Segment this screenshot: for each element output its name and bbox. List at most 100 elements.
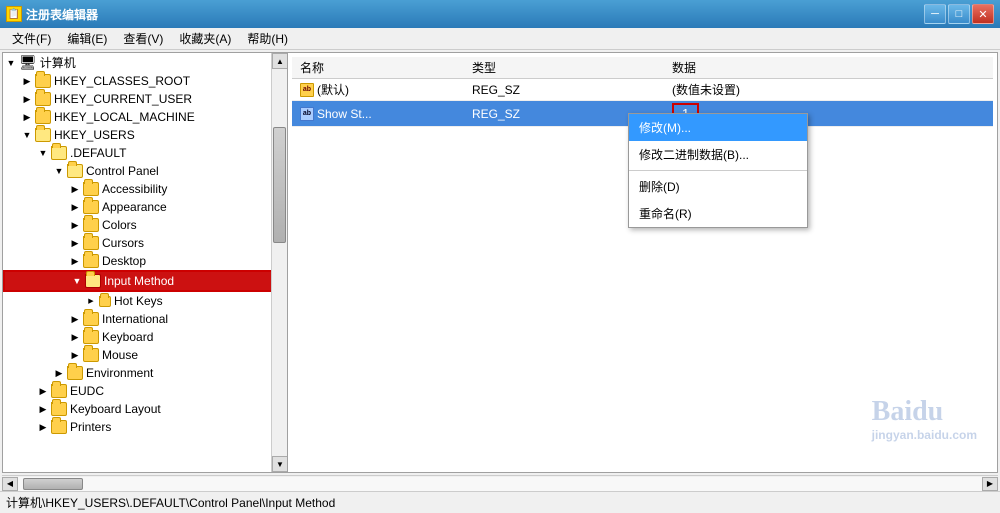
watermark-sub: jingyan.baidu.com [872, 428, 977, 442]
right-panel: 名称 类型 数据 ab (默认) REG_SZ (数值未设置) ab Show … [288, 53, 997, 472]
menu-bar: 文件(F) 编辑(E) 查看(V) 收藏夹(A) 帮助(H) [0, 28, 1000, 50]
tree-item-printers[interactable]: ▶ Printers [3, 418, 287, 436]
hscroll-thumb[interactable] [23, 478, 83, 490]
expand-accessibility: ▶ [67, 181, 83, 197]
scroll-up-btn[interactable]: ▲ [272, 53, 288, 69]
tree-item-hkcr[interactable]: ▶ HKEY_CLASSES_ROOT [3, 72, 287, 90]
menu-help[interactable]: 帮助(H) [239, 28, 296, 49]
tree-item-hklm[interactable]: ▶ HKEY_LOCAL_MACHINE [3, 108, 287, 126]
label-printers: Printers [70, 420, 111, 434]
tree-item-hkcu[interactable]: ▶ HKEY_CURRENT_USER [3, 90, 287, 108]
folder-hku [35, 128, 51, 142]
label-default: .DEFAULT [70, 146, 126, 160]
folder-environment [67, 366, 83, 380]
label-hkcr: HKEY_CLASSES_ROOT [54, 74, 190, 88]
tree-item-accessibility[interactable]: ▶ Accessibility [3, 180, 287, 198]
label-default-val: (默认) [317, 81, 349, 98]
hscroll-left-btn[interactable]: ◀ [2, 477, 18, 491]
expand-hotkeys: ▶ [83, 293, 99, 309]
folder-keyboard [83, 330, 99, 344]
expand-hkcr: ▶ [19, 73, 35, 89]
expand-cursors: ▶ [67, 235, 83, 251]
expand-desktop: ▶ [67, 253, 83, 269]
tree-root-label: 计算机 [40, 54, 76, 71]
expand-mouse: ▶ [67, 347, 83, 363]
tree-item-colors[interactable]: ▶ Colors [3, 216, 287, 234]
expand-inputmethod: ▼ [69, 273, 85, 289]
menu-favorites[interactable]: 收藏夹(A) [171, 28, 239, 49]
tree-item-appearance[interactable]: ▶ Appearance [3, 198, 287, 216]
expand-keyboardlayout: ▶ [35, 401, 51, 417]
maximize-button[interactable]: □ [948, 4, 970, 24]
scroll-track [272, 69, 287, 456]
tree-scrollbar[interactable]: ▲ ▼ [271, 53, 287, 472]
reg-icon-default: ab [300, 83, 314, 97]
label-controlpanel: Control Panel [86, 164, 159, 178]
expand-hku: ▼ [19, 127, 35, 143]
menu-edit[interactable]: 编辑(E) [59, 28, 115, 49]
folder-desktop [83, 254, 99, 268]
tree-item-default[interactable]: ▼ .DEFAULT [3, 144, 287, 162]
label-keyboardlayout: Keyboard Layout [70, 402, 161, 416]
ctx-item-modify-binary[interactable]: 修改二进制数据(B)... [629, 141, 807, 168]
hscroll-right-btn[interactable]: ▶ [982, 477, 998, 491]
tree-scroll[interactable]: ▼ 🖥 计算机 ▶ HKEY_CLASSES_ROOT ▶ HKEY_CURRE… [3, 53, 287, 472]
expand-controlpanel: ▼ [51, 163, 67, 179]
context-menu: 修改(M)... 修改二进制数据(B)... 删除(D) 重命名(R) [628, 113, 808, 228]
menu-view[interactable]: 查看(V) [115, 28, 171, 49]
cell-type-default: REG_SZ [472, 83, 672, 97]
tree-item-eudc[interactable]: ▶ EUDC [3, 382, 287, 400]
close-button[interactable]: ✕ [972, 4, 994, 24]
label-colors: Colors [102, 218, 137, 232]
tree-item-keyboard[interactable]: ▶ Keyboard [3, 328, 287, 346]
tree-item-cursors[interactable]: ▶ Cursors [3, 234, 287, 252]
tree-item-international[interactable]: ▶ International [3, 310, 287, 328]
minimize-button[interactable]: ─ [924, 4, 946, 24]
table-row-default[interactable]: ab (默认) REG_SZ (数值未设置) [292, 79, 993, 101]
label-environment: Environment [86, 366, 153, 380]
expand-printers: ▶ [35, 419, 51, 435]
expand-hkcu: ▶ [19, 91, 35, 107]
expand-default: ▼ [35, 145, 51, 161]
tree-item-environment[interactable]: ▶ Environment [3, 364, 287, 382]
tree-item-hku[interactable]: ▼ HKEY_USERS [3, 126, 287, 144]
tree-item-controlpanel[interactable]: ▼ Control Panel [3, 162, 287, 180]
label-inputmethod: Input Method [104, 274, 174, 288]
label-showstr: Show St... [317, 107, 372, 121]
label-appearance: Appearance [102, 200, 167, 214]
label-eudc: EUDC [70, 384, 104, 398]
expand-international: ▶ [67, 311, 83, 327]
scroll-thumb[interactable] [273, 127, 286, 243]
col-header-name: 名称 [292, 59, 472, 76]
folder-cursors [83, 236, 99, 250]
tree-panel: ▼ 🖥 计算机 ▶ HKEY_CLASSES_ROOT ▶ HKEY_CURRE… [3, 53, 288, 472]
ctx-item-delete[interactable]: 删除(D) [629, 173, 807, 200]
expand-appearance: ▶ [67, 199, 83, 215]
content-area: ▼ 🖥 计算机 ▶ HKEY_CLASSES_ROOT ▶ HKEY_CURRE… [2, 52, 998, 473]
ctx-item-rename[interactable]: 重命名(R) [629, 200, 807, 227]
tree-item-hotkeys[interactable]: ▶ Hot Keys [3, 292, 287, 310]
folder-keyboardlayout [51, 402, 67, 416]
cell-name-showstr: ab Show St... [292, 107, 472, 121]
folder-default [51, 146, 67, 160]
watermark-logo: Baidu [872, 396, 977, 428]
scroll-down-btn[interactable]: ▼ [272, 456, 288, 472]
tree-item-inputmethod[interactable]: ▼ Input Method [3, 270, 287, 292]
tree-item-mouse[interactable]: ▶ Mouse [3, 346, 287, 364]
expand-eudc: ▶ [35, 383, 51, 399]
menu-file[interactable]: 文件(F) [4, 28, 59, 49]
label-hklm: HKEY_LOCAL_MACHINE [54, 110, 195, 124]
tree-root[interactable]: ▼ 🖥 计算机 [3, 53, 287, 72]
label-international: International [102, 312, 168, 326]
h-scrollbar[interactable]: ◀ ▶ [2, 475, 998, 491]
folder-printers [51, 420, 67, 434]
label-accessibility: Accessibility [102, 182, 167, 196]
ctx-item-modify[interactable]: 修改(M)... [629, 114, 807, 141]
expand-keyboard: ▶ [67, 329, 83, 345]
col-header-type: 类型 [472, 59, 672, 76]
main-container: ▼ 🖥 计算机 ▶ HKEY_CLASSES_ROOT ▶ HKEY_CURRE… [0, 50, 1000, 491]
label-mouse: Mouse [102, 348, 138, 362]
window-controls: ─ □ ✕ [924, 4, 994, 24]
tree-item-desktop[interactable]: ▶ Desktop [3, 252, 287, 270]
tree-item-keyboardlayout[interactable]: ▶ Keyboard Layout [3, 400, 287, 418]
